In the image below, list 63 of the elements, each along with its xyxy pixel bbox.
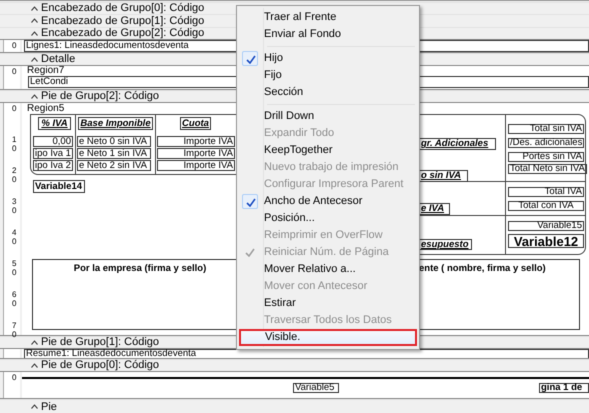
- report-field[interactable]: % IVA: [38, 117, 71, 130]
- report-field[interactable]: Variable14: [33, 180, 85, 193]
- report-field[interactable]: /Des. adicionales: [508, 138, 584, 148]
- ruler: [3, 40, 20, 52]
- caret-icon[interactable]: [31, 56, 38, 62]
- caret-icon[interactable]: [31, 362, 38, 368]
- menu-item[interactable]: Ancho de Antecesor: [239, 193, 417, 210]
- report-field[interactable]: Cuota: [180, 117, 211, 130]
- ruler: [3, 349, 20, 358]
- report-field[interactable]: gr. Adicionales: [420, 138, 496, 150]
- ruler-number: 0: [12, 42, 16, 51]
- menu-item[interactable]: Posición...: [239, 210, 417, 227]
- band-header[interactable]: Encabezado de Grupo[0]: Código: [41, 3, 204, 14]
- report-field[interactable]: Portes sin IVA: [508, 152, 584, 162]
- menu-item[interactable]: Traer al Frente: [239, 9, 417, 26]
- ruler-number: 10: [12, 136, 16, 154]
- menu-item[interactable]: Enviar al Fondo: [239, 26, 417, 43]
- report-field[interactable]: Total sin IVA: [508, 124, 584, 134]
- ruler-number: 70: [12, 322, 16, 340]
- report-field[interactable]: Importe IVA: [157, 160, 235, 171]
- menu-item[interactable]: KeepTogether: [239, 142, 417, 159]
- report-field[interactable]: Variable5: [293, 383, 339, 393]
- ruler-number: 20: [12, 167, 16, 185]
- ruler: [3, 66, 20, 89]
- report-field[interactable]: esupuesto: [420, 239, 472, 250]
- ruler-number: 0: [12, 105, 16, 114]
- report-field[interactable]: Total IVA: [508, 187, 584, 197]
- caret-icon[interactable]: [31, 340, 38, 345]
- report-field[interactable]: Variable12: [508, 234, 584, 248]
- ruler-number: 40: [12, 229, 16, 247]
- report-field[interactable]: Total con IVA: [508, 201, 584, 211]
- ruler-number: 30: [12, 198, 16, 216]
- report-field[interactable]: 0,00: [33, 136, 73, 147]
- ruler-number: 0: [12, 374, 16, 383]
- ruler-number: 0: [12, 68, 16, 77]
- region-label: Region7: [26, 66, 66, 76]
- ruler: [3, 372, 20, 398]
- report-field[interactable]: Importe IVA: [157, 136, 235, 147]
- band-header[interactable]: Pie de Grupo[2]: Código: [41, 91, 160, 102]
- region-label: Region5: [26, 104, 66, 113]
- report-field[interactable]: Base Imponible: [78, 117, 153, 130]
- band-header[interactable]: Encabezado de Grupo[1]: Código: [41, 16, 204, 26]
- report-field[interactable]: e Neto 0 sin IVA: [77, 136, 151, 147]
- report-field[interactable]: Total Neto sin IVA: [508, 164, 587, 174]
- menu-item[interactable]: Hijo: [239, 50, 417, 67]
- band-header[interactable]: Pie de Grupo[0]: Código: [41, 360, 160, 371]
- report-field[interactable]: ipo Iva 1: [33, 148, 73, 159]
- menu-item[interactable]: Visible.: [239, 329, 417, 346]
- band-header[interactable]: Pie de Grupo[1]: Código: [41, 337, 160, 348]
- caret-icon[interactable]: [31, 404, 38, 410]
- band-header[interactable]: Pie: [41, 402, 57, 412]
- band-header[interactable]: Detalle: [41, 54, 76, 65]
- menu-item[interactable]: Drill Down: [239, 108, 417, 125]
- ruler-number: 60: [12, 291, 16, 309]
- band-header[interactable]: Encabezado de Grupo[2]: Código: [41, 28, 204, 39]
- report-field[interactable]: ipo Iva 2: [33, 160, 73, 171]
- report-field[interactable]: Variable15: [508, 221, 584, 231]
- report-field[interactable]: e Neto 2 sin IVA: [77, 160, 151, 171]
- report-field[interactable]: e Neto 1 sin IVA: [77, 148, 151, 159]
- caret-icon[interactable]: [31, 94, 38, 99]
- report-field[interactable]: gina 1 de: [539, 383, 589, 393]
- report-field[interactable]: Importe IVA: [157, 148, 235, 159]
- ruler-number: 50: [12, 260, 16, 278]
